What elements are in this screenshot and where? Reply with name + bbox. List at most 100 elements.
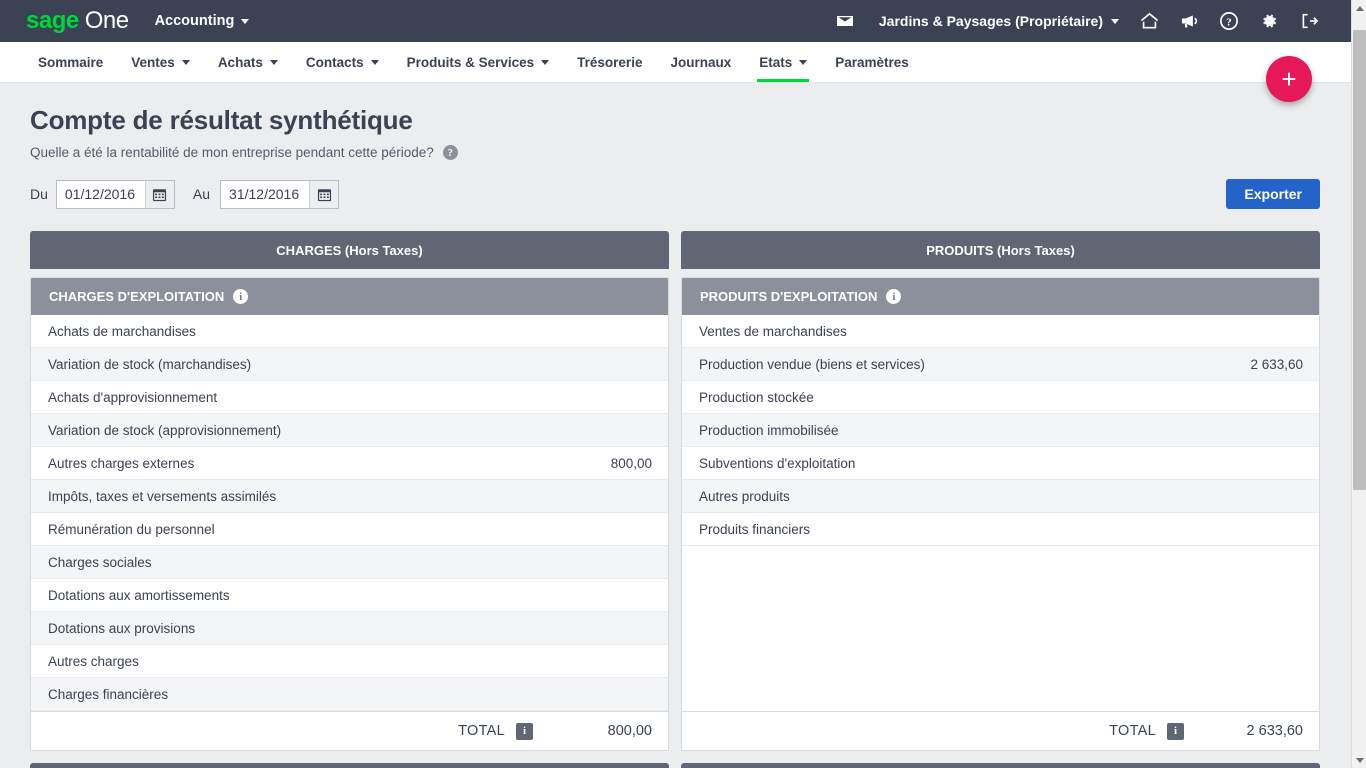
produits-empty-space [682,546,1319,711]
logo-sage-text: sage [26,7,79,34]
total-amount: 800,00 [607,723,652,739]
date-to-label: Au [192,186,211,202]
nav-item-achats[interactable]: Achats [204,42,292,82]
table-row[interactable]: Subventions d'exploitation [682,447,1319,480]
row-label: Variation de stock (approvisionnement) [48,422,282,438]
main-navigation: Sommaire Ventes Achats Contacts Produits… [0,42,1351,83]
table-row[interactable]: Impôts, taxes et versements assimilés [31,480,668,513]
nav-label: Etats [759,54,793,70]
chevron-down-icon [370,59,379,65]
next-charges-panel-header [30,763,669,768]
total-label: TOTAL [458,723,505,739]
logout-icon[interactable] [1289,0,1329,42]
table-row[interactable]: Produits financiers [682,513,1319,546]
row-label: Achats d'approvisionnement [48,389,218,405]
next-produits-panel-header [681,763,1320,768]
envelope-icon[interactable] [825,0,865,42]
table-row[interactable]: Production immobilisée [682,414,1319,447]
charges-column: CHARGES (Hors Taxes) CHARGES D'EXPLOITAT… [30,231,669,751]
table-row[interactable]: Autres produits [682,480,1319,513]
row-label: Production vendue (biens et services) [699,356,925,372]
export-button[interactable]: Exporter [1226,179,1320,209]
table-row[interactable]: Dotations aux provisions [31,612,668,645]
nav-label: Journaux [670,54,732,70]
nav-label: Ventes [131,54,175,70]
scrollbar-thumb[interactable] [1353,30,1366,490]
nav-item-parametres[interactable]: Paramètres [821,42,923,82]
nav-label: Trésorerie [577,54,643,70]
info-icon[interactable]: i [1167,722,1184,740]
report-columns: CHARGES (Hors Taxes) CHARGES D'EXPLOITAT… [30,231,1320,751]
app-switcher[interactable]: Accounting [155,13,250,29]
date-from-field[interactable] [55,179,175,209]
row-label: Charges financières [48,686,169,702]
svg-text:?: ? [1226,16,1232,28]
row-amount: 2 633,60 [1250,356,1303,372]
table-row[interactable]: Achats d'approvisionnement [31,381,668,414]
main-content: Compte de résultat synthétique Quelle a … [0,83,1351,768]
question-circle-icon[interactable]: ? [1209,0,1249,42]
megaphone-icon[interactable] [1169,0,1209,42]
table-row[interactable]: Charges financières [31,678,668,711]
scroll-down-arrow-icon[interactable] [1352,752,1366,768]
date-from-input[interactable] [56,180,145,208]
row-label: Produits financiers [699,521,811,537]
charges-section-title: CHARGES D'EXPLOITATION [49,289,225,304]
home-icon[interactable] [1129,0,1169,42]
table-row[interactable]: Autres charges [31,645,668,678]
table-row[interactable]: Variation de stock (approvisionnement) [31,414,668,447]
info-icon[interactable]: i [516,722,533,740]
chevron-down-icon [181,59,190,65]
date-to-field[interactable] [220,179,340,209]
top-bar-actions: Jardins & Paysages (Propriétaire) ? [825,0,1351,42]
table-row[interactable]: Dotations aux amortissements [31,579,668,612]
top-bar: sage One Accounting Jardins & Paysages (… [0,0,1351,42]
app-switcher-label: Accounting [154,13,235,29]
nav-label: Paramètres [835,54,909,70]
info-icon[interactable]: i [233,289,249,304]
calendar-icon[interactable] [144,180,174,208]
table-row[interactable]: Ventes de marchandises [682,315,1319,348]
table-row[interactable]: Variation de stock (marchandises) [31,348,668,381]
table-row[interactable]: Charges sociales [31,546,668,579]
table-row[interactable]: Achats de marchandises [31,315,668,348]
nav-item-contacts[interactable]: Contacts [292,42,393,82]
nav-item-tresorerie[interactable]: Trésorerie [563,42,656,82]
date-to-input[interactable] [221,180,310,208]
page-title: Compte de résultat synthétique [30,105,413,135]
plus-icon: + [1281,64,1297,94]
nav-item-sommaire[interactable]: Sommaire [24,42,117,82]
row-label: Achats de marchandises [48,323,196,339]
charges-rows: Achats de marchandises Variation de stoc… [31,315,668,711]
row-label: Autres charges [48,653,139,669]
help-icon[interactable]: ? [442,145,458,160]
company-switcher[interactable]: Jardins & Paysages (Propriétaire) [865,13,1129,29]
table-row[interactable]: Production vendue (biens et services) 2 6… [682,348,1319,381]
nav-label: Sommaire [38,54,104,70]
nav-label: Contacts [305,54,364,70]
info-icon[interactable]: i [886,289,902,304]
row-label: Production stockée [699,389,814,405]
produits-section-header: PRODUITS D'EXPLOITATION i [682,278,1319,315]
chevron-down-icon [541,59,550,65]
table-row[interactable]: Rémunération du personnel [31,513,668,546]
row-label: Autres charges externes [48,455,195,471]
table-row[interactable]: Production stockée [682,381,1319,414]
table-row[interactable]: Autres charges externes 800,00 [31,447,668,480]
calendar-icon[interactable] [309,180,339,208]
nav-item-produits-services[interactable]: Produits & Services [393,42,564,82]
row-label: Dotations aux provisions [48,620,196,636]
produits-panel-header: PRODUITS (Hors Taxes) [681,231,1320,269]
row-amount: 800,00 [610,455,652,471]
nav-item-ventes[interactable]: Ventes [117,42,204,82]
nav-item-etats[interactable]: Etats [745,42,821,82]
gear-icon[interactable] [1249,0,1289,42]
add-new-button[interactable]: + [1266,56,1312,102]
charges-total-row: TOTAL i 800,00 [31,711,668,750]
produits-section-title: PRODUITS D'EXPLOITATION [700,289,878,304]
page-subtitle-row: Quelle a été la rentabilité de mon entre… [30,145,1320,160]
scroll-up-arrow-icon[interactable] [1352,0,1366,16]
page-scrollbar[interactable] [1351,0,1366,768]
sage-one-logo[interactable]: sage One [26,7,129,35]
nav-item-journaux[interactable]: Journaux [656,42,745,82]
